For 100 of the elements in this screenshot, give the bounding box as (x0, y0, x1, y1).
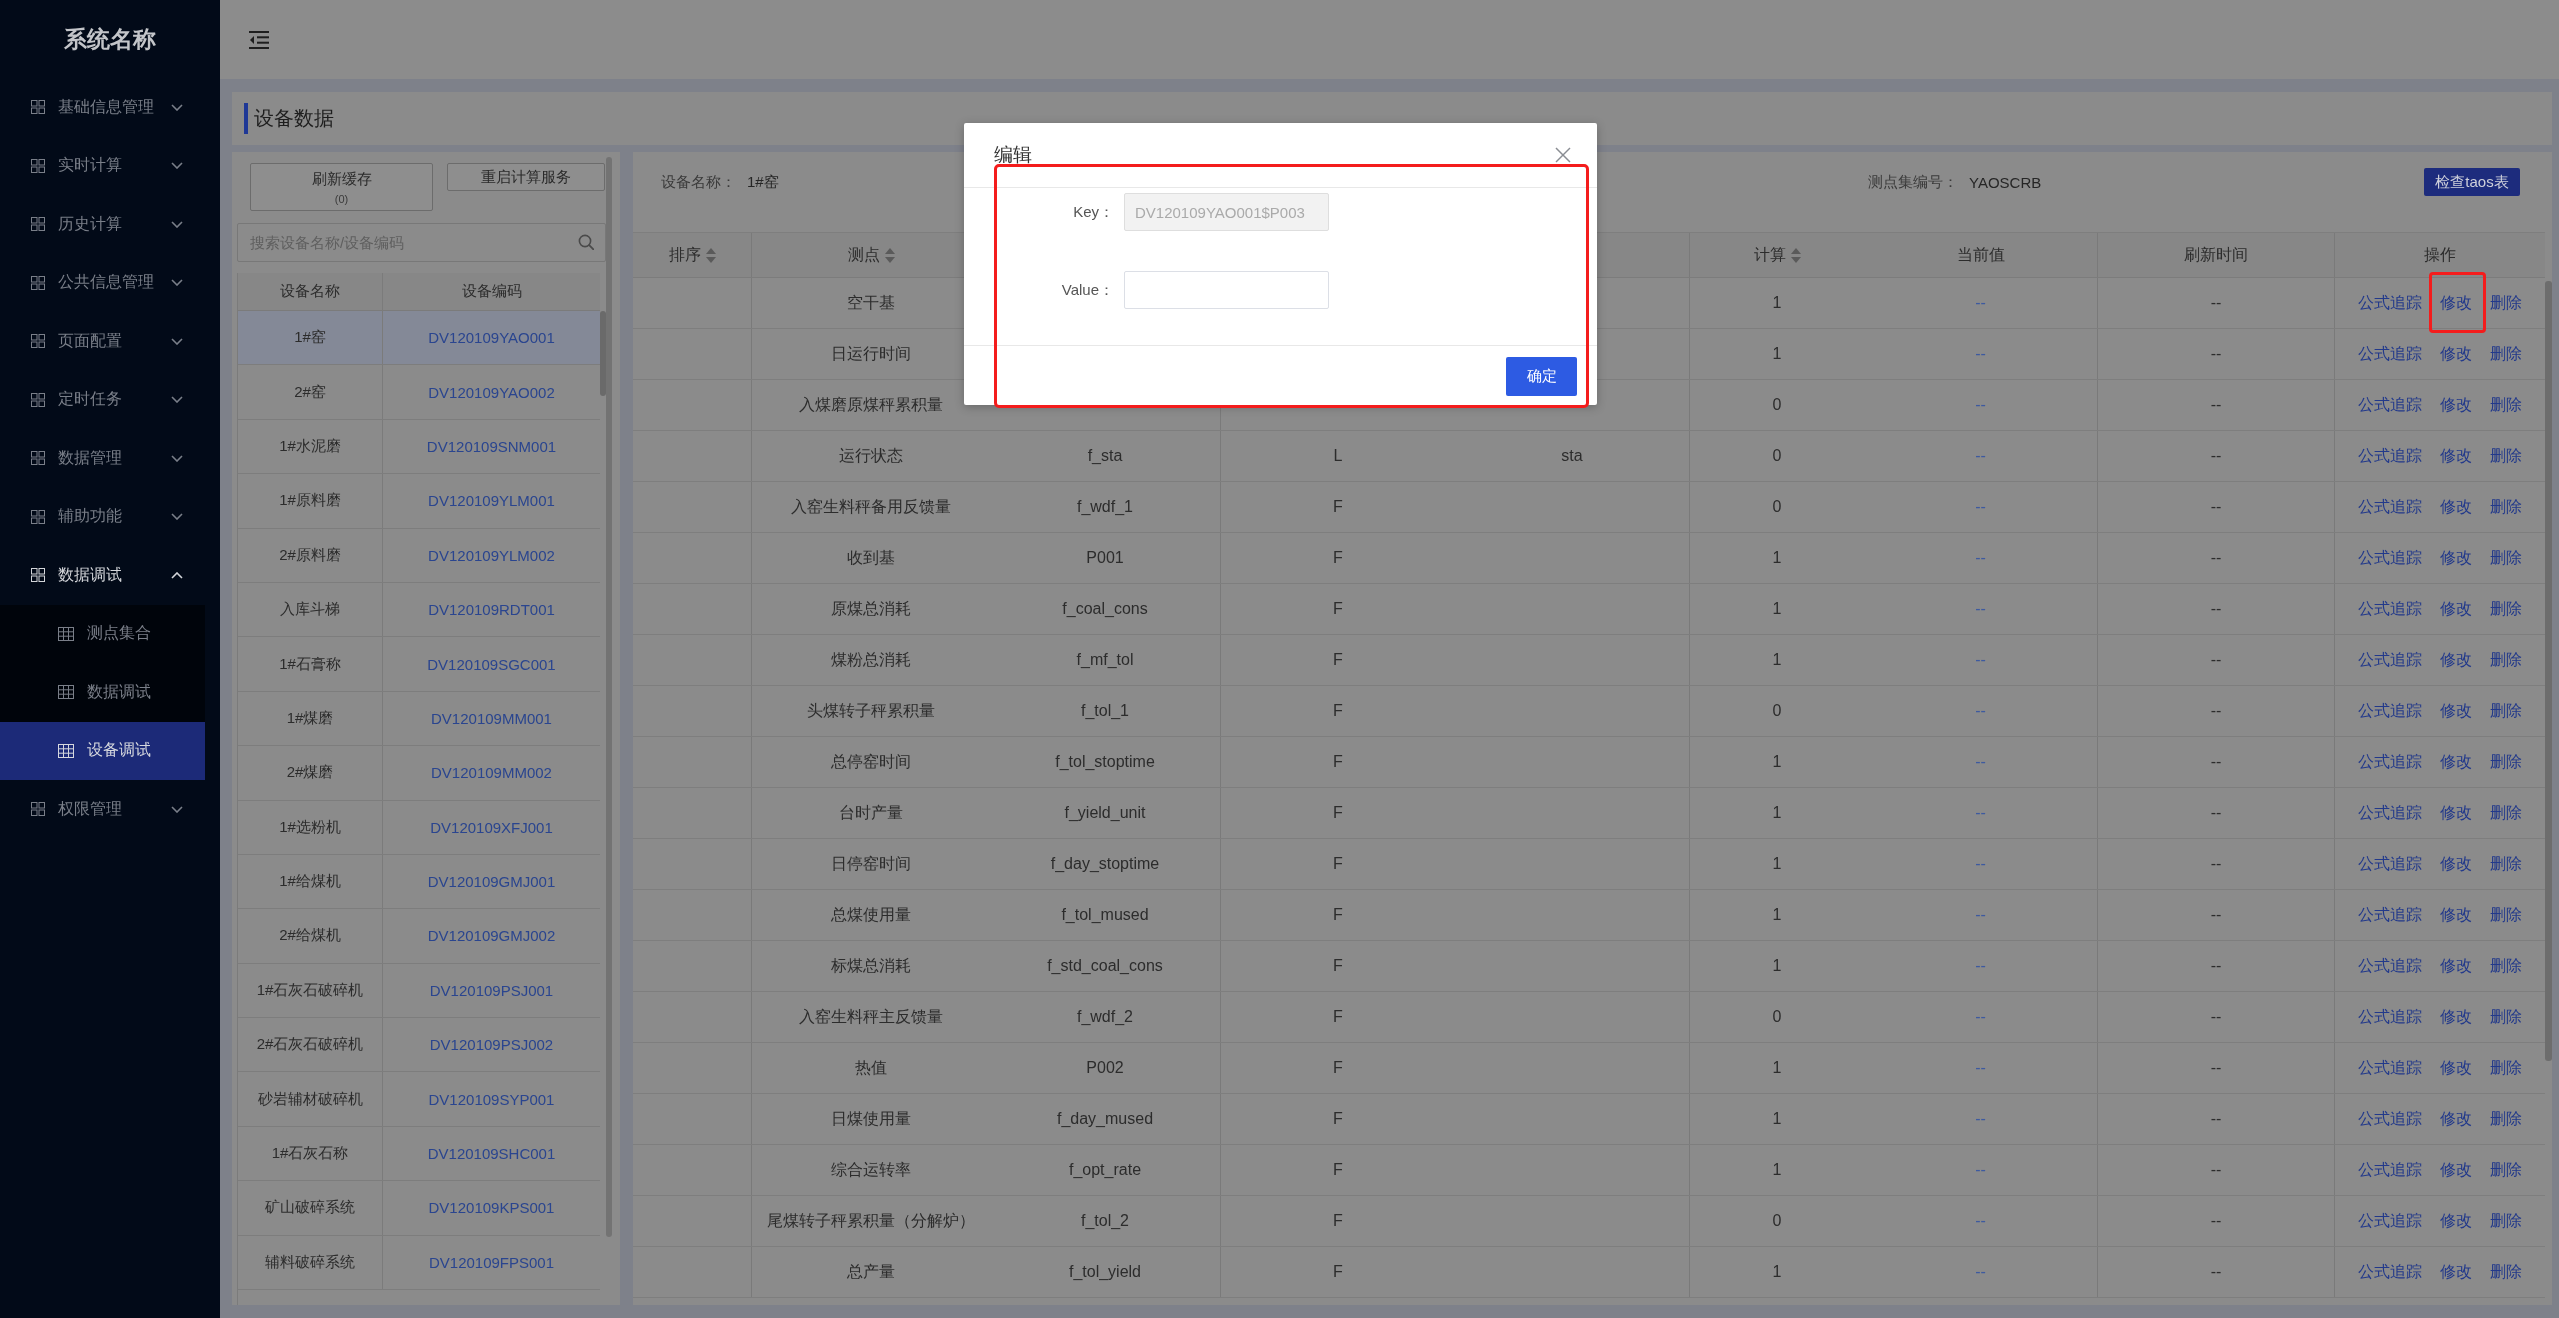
action-link[interactable]: 删除 (2490, 802, 2522, 824)
table-row[interactable]: 辅料破碎系统 DV120109FPS001 (238, 1235, 600, 1291)
action-link[interactable]: 公式追踪 (2358, 1006, 2422, 1028)
action-link[interactable]: 删除 (2490, 394, 2522, 416)
menu-item[interactable]: 公共信息管理 (0, 253, 205, 312)
action-link[interactable]: 删除 (2490, 955, 2522, 977)
action-link[interactable]: 删除 (2490, 1261, 2522, 1283)
table-row[interactable]: 矿山破碎系统 DV120109KPS001 (238, 1181, 600, 1236)
action-link[interactable]: 修改 (2440, 496, 2472, 518)
action-link[interactable]: 公式追踪 (2358, 802, 2422, 824)
action-link[interactable]: 修改 (2440, 598, 2472, 620)
table-row[interactable]: 1#石灰石破碎机 DV120109PSJ001 (238, 963, 600, 1019)
menu-item[interactable]: 权限管理 (0, 780, 205, 839)
action-link[interactable]: 修改 (2440, 751, 2472, 773)
action-link[interactable]: 删除 (2490, 904, 2522, 926)
table-row[interactable]: 1#窑 DV120109YAO001 (238, 311, 600, 366)
device-code-link[interactable]: DV120109XFJ001 (430, 818, 553, 836)
action-link[interactable]: 删除 (2490, 445, 2522, 467)
action-link[interactable]: 修改 (2440, 853, 2472, 875)
sort-icon[interactable] (705, 247, 716, 263)
action-link[interactable]: 公式追踪 (2358, 394, 2422, 416)
action-link[interactable]: 修改 (2440, 1159, 2472, 1181)
device-code-link[interactable]: DV120109YAO001 (428, 329, 555, 347)
action-link[interactable]: 公式追踪 (2358, 1108, 2422, 1130)
device-code-link[interactable]: DV120109MM001 (431, 709, 552, 727)
device-code-link[interactable]: DV120109KPS001 (428, 1199, 555, 1217)
table-row[interactable]: 1#石灰石称 DV120109SHC001 (238, 1126, 600, 1182)
action-link[interactable]: 删除 (2490, 496, 2522, 518)
action-link[interactable]: 公式追踪 (2358, 853, 2422, 875)
action-link[interactable]: 删除 (2490, 1057, 2522, 1079)
action-link[interactable]: 修改 (2440, 904, 2472, 926)
action-link[interactable]: 修改 (2440, 394, 2472, 416)
action-link[interactable]: 公式追踪 (2358, 547, 2422, 569)
text-input[interactable] (1124, 271, 1329, 309)
scrollbar[interactable] (2545, 281, 2552, 1061)
action-link[interactable]: 公式追踪 (2358, 1210, 2422, 1232)
table-row[interactable]: 砂岩辅材破碎机 DV120109SYP001 (238, 1072, 600, 1127)
action-link[interactable]: 修改 (2440, 1261, 2472, 1283)
table-row[interactable]: 1#石膏称 DV120109SGC001 (238, 637, 600, 692)
menu-item[interactable]: 历史计算 (0, 195, 205, 254)
action-link[interactable]: 修改 (2440, 1057, 2472, 1079)
device-code-link[interactable]: DV120109YAO002 (428, 383, 555, 401)
action-link[interactable]: 公式追踪 (2358, 496, 2422, 518)
device-code-link[interactable]: DV120109FPS001 (428, 1253, 555, 1271)
action-link[interactable]: 公式追踪 (2358, 445, 2422, 467)
action-link[interactable]: 删除 (2490, 1159, 2522, 1181)
action-link[interactable]: 公式追踪 (2358, 1057, 2422, 1079)
device-code-link[interactable]: DV120109PSJ001 (429, 981, 554, 999)
sort-icon[interactable] (1790, 247, 1801, 263)
device-code-link[interactable]: DV120109MM002 (431, 764, 552, 782)
menu-item[interactable]: 辅助功能 (0, 487, 205, 546)
check-table-button[interactable]: 检查taos表 (2424, 168, 2520, 196)
device-code-link[interactable]: DV120109SGC001 (427, 655, 556, 673)
action-link[interactable]: 公式追踪 (2358, 292, 2422, 314)
table-row[interactable]: 2#石灰石破碎机 DV120109PSJ002 (238, 1018, 600, 1073)
device-code-link[interactable]: DV120109SHC001 (427, 1145, 556, 1163)
sort-icon[interactable] (884, 247, 895, 263)
action-link[interactable]: 修改 (2440, 802, 2472, 824)
action-link[interactable]: 删除 (2490, 598, 2522, 620)
submenu-item[interactable]: 数据调试 (0, 663, 205, 722)
scrollbar[interactable] (600, 311, 606, 396)
action-link[interactable]: 修改 (2440, 445, 2472, 467)
action-link[interactable]: 删除 (2490, 1006, 2522, 1028)
device-code-link[interactable]: DV120109PSJ002 (429, 1036, 554, 1054)
action-link[interactable]: 删除 (2490, 292, 2522, 314)
table-row[interactable]: 2#原料磨 DV120109YLM002 (238, 528, 600, 583)
action-link[interactable]: 修改 (2440, 547, 2472, 569)
action-link[interactable]: 删除 (2490, 547, 2522, 569)
table-row[interactable]: 2#煤磨 DV120109MM002 (238, 746, 600, 801)
table-row[interactable]: 2#窑 DV120109YAO002 (238, 365, 600, 420)
action-link[interactable]: 修改 (2440, 1108, 2472, 1130)
action-link[interactable]: 修改 (2440, 292, 2472, 314)
action-link[interactable]: 删除 (2490, 700, 2522, 722)
table-row[interactable]: 1#水泥磨 DV120109SNM001 (238, 419, 600, 475)
confirm-button[interactable]: 确定 (1506, 357, 1577, 396)
action-link[interactable]: 公式追踪 (2358, 598, 2422, 620)
action-link[interactable]: 删除 (2490, 649, 2522, 671)
table-row[interactable]: 2#给煤机 DV120109GMJ002 (238, 909, 600, 964)
device-code-link[interactable]: DV120109GMJ001 (427, 873, 556, 891)
menu-item[interactable]: 数据管理 (0, 429, 205, 488)
action-link[interactable]: 修改 (2440, 955, 2472, 977)
table-row[interactable]: 1#原料磨 DV120109YLM001 (238, 474, 600, 529)
action-link[interactable]: 修改 (2440, 649, 2472, 671)
submenu-item[interactable]: 测点集合 (0, 604, 205, 663)
table-row[interactable]: 1#煤磨 DV120109MM001 (238, 691, 600, 747)
action-link[interactable]: 公式追踪 (2358, 343, 2422, 365)
menu-item[interactable]: 页面配置 (0, 312, 205, 371)
device-code-link[interactable]: DV120109YLM002 (428, 546, 555, 564)
action-link[interactable]: 修改 (2440, 343, 2472, 365)
close-icon[interactable] (1555, 147, 1571, 163)
submenu-item[interactable]: 设备调试 (0, 721, 205, 780)
action-link[interactable]: 删除 (2490, 1210, 2522, 1232)
device-code-link[interactable]: DV120109YLM001 (428, 492, 555, 510)
action-link[interactable]: 公式追踪 (2358, 1261, 2422, 1283)
menu-item[interactable]: 定时任务 (0, 370, 205, 429)
device-code-link[interactable]: DV120109RDT001 (428, 601, 555, 619)
action-link[interactable]: 修改 (2440, 700, 2472, 722)
menu-item[interactable]: 基础信息管理 (0, 78, 205, 137)
search-icon[interactable] (578, 234, 594, 250)
menu-item[interactable]: 数据调试 (0, 546, 205, 605)
